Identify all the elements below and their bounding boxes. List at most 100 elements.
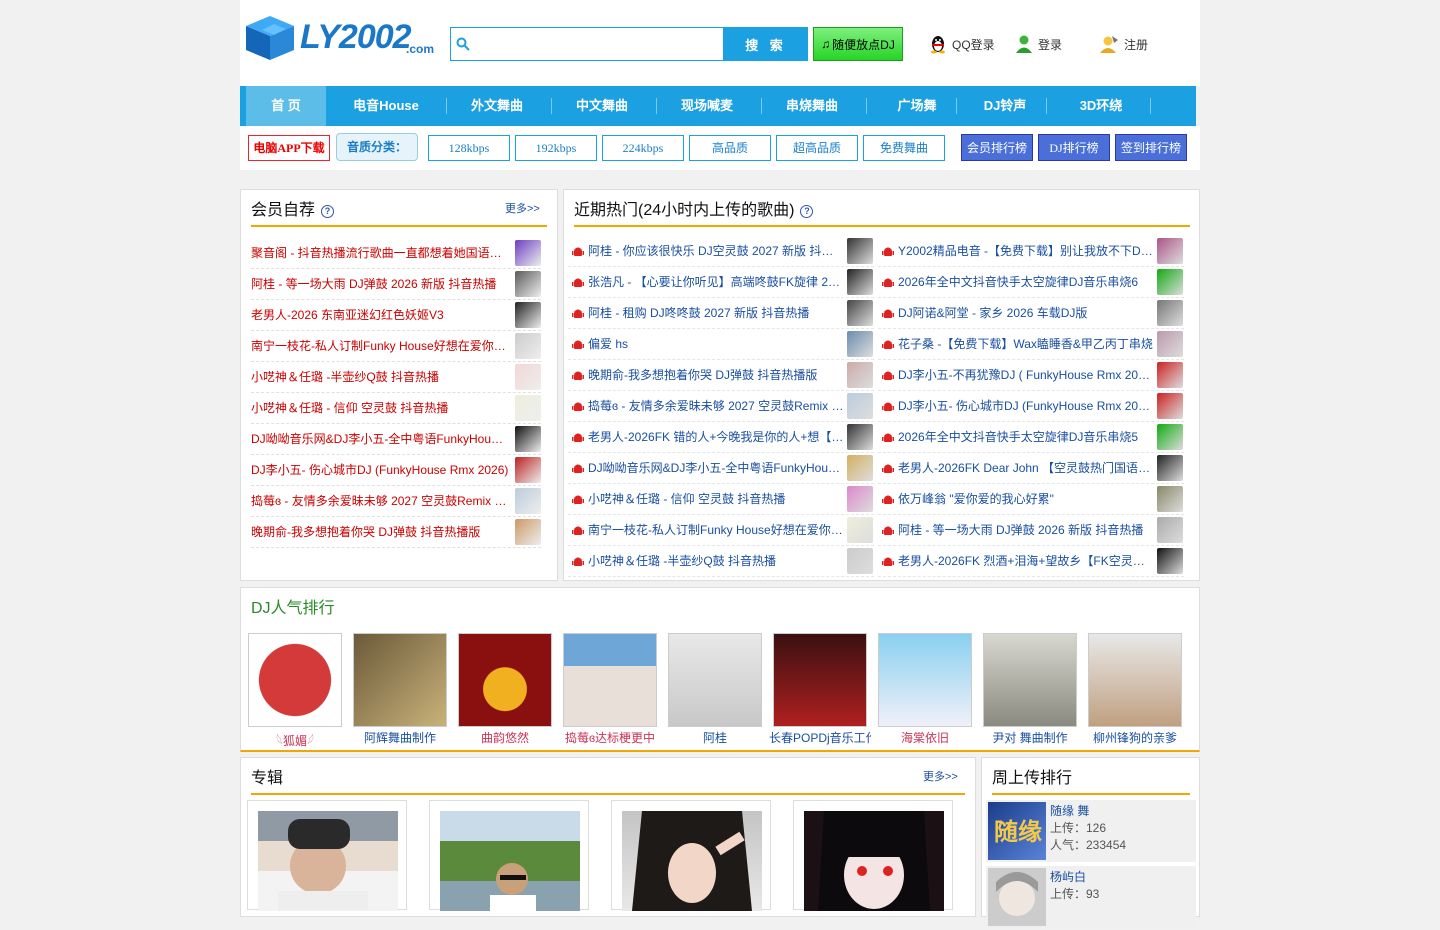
hot-song-item[interactable]: 晚期俞-我多想抱着你哭 DJ弹鼓 抖音热播版	[568, 360, 874, 391]
member-song-title[interactable]: DJ呦呦音乐网&DJ李小五-全中粤语FunkyHouse串烧	[251, 430, 509, 447]
member-song-title[interactable]: 聚音阁 - 抖音热播流行歌曲一直都想着她国语DJ串烧	[251, 244, 509, 261]
nav-chinese-dance[interactable]: 中文舞曲	[557, 86, 647, 126]
album-cover[interactable]	[622, 806, 762, 911]
hot-song-thumbnail[interactable]	[1157, 393, 1183, 419]
hot-song-item[interactable]: DJ呦呦音乐网&DJ李小五-全中粤语FunkyHouse串烧	[568, 453, 874, 484]
hot-song-item[interactable]: 阿桂 - 等一场大雨 DJ弹鼓 2026 新版 抖音热播	[878, 515, 1184, 546]
search-button[interactable]: 搜 索	[724, 27, 808, 61]
hot-song-title[interactable]: 依万峰翁 "爱你爱的我心好累"	[898, 490, 1154, 507]
dj-name[interactable]: 阿桂	[664, 729, 766, 746]
hot-song-title[interactable]: 小呓神＆任璐 - 信仰 空灵鼓 抖音热播	[588, 490, 844, 507]
hot-song-item[interactable]: 阿桂 - 你应该很快乐 DJ空灵鼓 2027 新版 抖音热播	[568, 236, 874, 267]
hot-song-thumbnail[interactable]	[1157, 269, 1183, 295]
member-song-item[interactable]: 晚期俞-我多想抱着你哭 DJ弹鼓 抖音热播版	[251, 517, 541, 548]
album-card[interactable]	[247, 800, 407, 921]
quality-free[interactable]: 免费舞曲	[863, 135, 945, 161]
album-more-link[interactable]: 更多>>	[923, 768, 958, 784]
dj-name[interactable]: 尹对 舞曲制作	[979, 729, 1081, 746]
album-cover[interactable]	[440, 811, 580, 915]
hot-song-item[interactable]: 张浩凡 - 【心要让你听见】高端咚鼓FK旋律 2026	[568, 267, 874, 298]
dj-card[interactable]: 长春POPDj音乐工作室	[769, 633, 871, 747]
hot-song-item[interactable]: 老男人-2026FK Dear John 【空灵鼓热门国语串烧】	[878, 453, 1184, 484]
hot-song-title[interactable]: 2026年全中文抖音快手太空旋律DJ音乐串烧5	[898, 428, 1154, 445]
hot-song-title[interactable]: 偏爱 hs	[588, 335, 844, 352]
login-link[interactable]: 登录	[1014, 32, 1062, 56]
hot-song-title[interactable]: 阿桂 - 等一场大雨 DJ弹鼓 2026 新版 抖音热播	[898, 521, 1154, 538]
hot-song-item[interactable]: DJ李小五-不再犹豫DJ ( FunkyHouse Rmx 2026)	[878, 360, 1184, 391]
member-song-title[interactable]: 捣莓ɞ - 友情多余爱昧未够 2027 空灵鼓Remix 抖音	[251, 492, 509, 509]
hot-song-title[interactable]: DJ阿诺&阿堂 - 家乡 2026 车载DJ版	[898, 304, 1154, 321]
member-more-link[interactable]: 更多>>	[505, 200, 540, 216]
nav-dj-ringtone[interactable]: DJ铃声	[960, 86, 1050, 126]
dj-avatar[interactable]	[248, 633, 342, 727]
nav-square-dance[interactable]: 广场舞	[872, 86, 962, 126]
uploader-avatar[interactable]	[988, 868, 1046, 926]
member-song-thumbnail[interactable]	[515, 519, 541, 545]
hot-song-item[interactable]: 南宁一枝花-私人订制Funky House好想在爱你一次	[568, 515, 874, 546]
hot-song-title[interactable]: 老男人-2026FK 错的人+今晚我是你的人+想【空灵鼓】	[588, 428, 844, 445]
album-card[interactable]	[793, 800, 953, 911]
hot-song-thumbnail[interactable]	[1157, 455, 1183, 481]
member-song-title[interactable]: 小呓神＆任璐 -半壶纱Q鼓 抖音热播	[251, 368, 509, 385]
member-song-thumbnail[interactable]	[515, 426, 541, 452]
quality-super-high[interactable]: 超高品质	[776, 135, 858, 161]
nav-foreign-dance[interactable]: 外文舞曲	[452, 86, 542, 126]
hot-song-thumbnail[interactable]	[847, 393, 873, 419]
album-card[interactable]	[429, 800, 589, 915]
hot-song-item[interactable]: 偏爱 hs	[568, 329, 874, 360]
week-upload-item[interactable]: 随缘 随缘 舞 上传：126 人气：233454	[986, 800, 1196, 862]
hot-song-title[interactable]: DJ李小五- 伤心城市DJ (FunkyHouse Rmx 2026)	[898, 397, 1154, 414]
member-song-thumbnail[interactable]	[515, 364, 541, 390]
hot-song-item[interactable]: 小呓神＆任璐 -半壶纱Q鼓 抖音热播	[568, 546, 874, 577]
hot-song-title[interactable]: 阿桂 - 租购 DJ咚咚鼓 2027 新版 抖音热播	[588, 304, 844, 321]
dj-name[interactable]: 海棠依旧	[874, 729, 976, 746]
album-cover[interactable]	[804, 811, 944, 911]
hot-song-title[interactable]: 花子桑 -【免费下载】Wax瞌睡香&甲乙丙丁串烧	[898, 335, 1154, 352]
hot-song-title[interactable]: 老男人-2026FK 烈酒+泪海+望故乡【FK空灵鼓串烧】	[898, 552, 1154, 569]
hot-song-item[interactable]: 依万峰翁 "爱你爱的我心好累"	[878, 484, 1184, 515]
hot-song-title[interactable]: 阿桂 - 你应该很快乐 DJ空灵鼓 2027 新版 抖音热播	[588, 242, 844, 259]
help-icon[interactable]: ?	[800, 204, 814, 218]
member-song-item[interactable]: DJ李小五- 伤心城市DJ (FunkyHouse Rmx 2026)	[251, 455, 541, 486]
member-song-title[interactable]: 晚期俞-我多想抱着你哭 DJ弹鼓 抖音热播版	[251, 523, 509, 540]
qq-login-link[interactable]: QQ登录	[928, 32, 995, 56]
hot-song-thumbnail[interactable]	[1157, 331, 1183, 357]
dj-avatar[interactable]	[878, 633, 972, 727]
nav-home[interactable]: 首 页	[246, 86, 326, 126]
hot-song-title[interactable]: DJ呦呦音乐网&DJ李小五-全中粤语FunkyHouse串烧	[588, 459, 844, 476]
hot-song-item[interactable]: 捣莓ɞ - 友情多余爱昧未够 2027 空灵鼓Remix 抖音	[568, 391, 874, 422]
hot-song-title[interactable]: 捣莓ɞ - 友情多余爱昧未够 2027 空灵鼓Remix 抖音	[588, 397, 844, 414]
dj-card[interactable]: 尹对 舞曲制作	[983, 633, 1077, 747]
register-link[interactable]: 注册	[1098, 32, 1148, 56]
member-song-thumbnail[interactable]	[515, 488, 541, 514]
dj-avatar[interactable]	[458, 633, 552, 727]
quality-128kbps[interactable]: 128kbps	[428, 135, 510, 161]
dj-name[interactable]: 柳州锋狗的亲爹	[1084, 729, 1186, 746]
dj-card[interactable]: 阿辉舞曲制作	[353, 633, 447, 747]
dj-card[interactable]: 𓆩狐媚𓆪	[248, 633, 342, 748]
dj-rank-button[interactable]: DJ排行榜	[1038, 134, 1110, 161]
quality-224kbps[interactable]: 224kbps	[602, 135, 684, 161]
hot-song-item[interactable]: 花子桑 -【免费下载】Wax瞌睡香&甲乙丙丁串烧	[878, 329, 1184, 360]
member-song-thumbnail[interactable]	[515, 395, 541, 421]
member-song-thumbnail[interactable]	[515, 240, 541, 266]
member-song-item[interactable]: 老男人-2026 东南亚迷幻红色妖姬V3	[251, 300, 541, 331]
uploader-avatar[interactable]: 随缘	[988, 802, 1046, 860]
hot-song-item[interactable]: 2026年全中文抖音快手太空旋律DJ音乐串烧6	[878, 267, 1184, 298]
dj-card[interactable]: 柳州锋狗的亲爹	[1088, 633, 1182, 747]
dj-card[interactable]: 阿桂	[668, 633, 762, 747]
hot-song-item[interactable]: 老男人-2026FK 错的人+今晚我是你的人+想【空灵鼓】	[568, 422, 874, 453]
dj-name[interactable]: 曲韵悠然	[454, 729, 556, 746]
member-rank-button[interactable]: 会员排行榜	[961, 134, 1033, 161]
hot-song-item[interactable]: 老男人-2026FK 烈酒+泪海+望故乡【FK空灵鼓串烧】	[878, 546, 1184, 577]
hot-song-item[interactable]: DJ李小五- 伤心城市DJ (FunkyHouse Rmx 2026)	[878, 391, 1184, 422]
dj-card[interactable]: 海棠依旧	[878, 633, 972, 747]
hot-song-item[interactable]: DJ阿诺&阿堂 - 家乡 2026 车载DJ版	[878, 298, 1184, 329]
dj-name[interactable]: 阿辉舞曲制作	[349, 729, 451, 746]
uploader-name[interactable]: 杨屿白	[1050, 868, 1086, 885]
hot-song-title[interactable]: 2026年全中文抖音快手太空旋律DJ音乐串烧6	[898, 273, 1154, 290]
hot-song-title[interactable]: DJ李小五-不再犹豫DJ ( FunkyHouse Rmx 2026)	[898, 366, 1154, 383]
member-song-item[interactable]: 小呓神＆任璐 -半壶纱Q鼓 抖音热播	[251, 362, 541, 393]
hot-song-thumbnail[interactable]	[847, 517, 873, 543]
hot-song-title[interactable]: 南宁一枝花-私人订制Funky House好想在爱你一次	[588, 521, 844, 538]
